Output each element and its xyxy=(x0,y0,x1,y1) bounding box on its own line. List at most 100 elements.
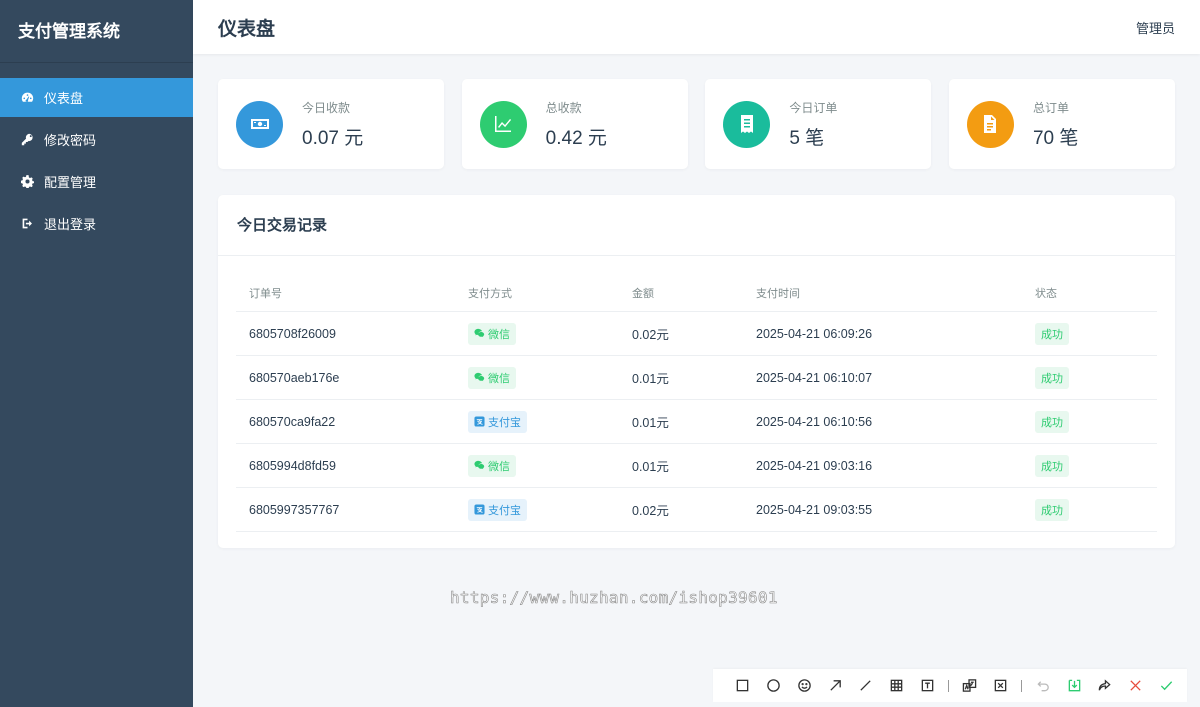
stat-label: 总收款 xyxy=(545,100,582,115)
order-number: 6805994d8fd59 xyxy=(249,458,336,473)
user-menu[interactable]: 管理员 xyxy=(1136,18,1175,37)
stat-card-total-orders: 总订单 70 笔 xyxy=(948,79,1175,169)
amount: 0.01元 xyxy=(632,372,669,386)
transactions-table: 订单号 支付方式 金额 支付时间 状态 6805708f26009 微信 0.0… xyxy=(236,274,1157,532)
amount: 0.01元 xyxy=(632,416,669,430)
status-badge: 成功 xyxy=(1035,322,1069,345)
top-bar: 仪表盘 管理员 xyxy=(193,0,1200,54)
alipay-icon xyxy=(474,504,485,515)
stat-value: 0.42 元 xyxy=(545,127,607,149)
logout-icon xyxy=(20,217,34,231)
amount: 0.01元 xyxy=(632,460,669,474)
dashboard-icon xyxy=(20,91,34,105)
sidebar-item-logout[interactable]: 退出登录 xyxy=(0,204,193,243)
payment-time: 2025-04-21 06:09:26 xyxy=(756,326,873,341)
sidebar-item-label: 配置管理 xyxy=(44,175,97,190)
chart-line-icon xyxy=(479,100,527,148)
sidebar-item-label: 仪表盘 xyxy=(44,91,84,106)
undo-icon[interactable] xyxy=(1033,676,1053,696)
receipt-icon xyxy=(723,100,771,148)
payment-method-label: 支付宝 xyxy=(488,416,521,429)
stat-value: 0.07 元 xyxy=(302,127,364,149)
stat-label: 总订单 xyxy=(1032,100,1069,115)
stat-value: 5 笔 xyxy=(789,127,825,149)
payment-time: 2025-04-21 06:10:56 xyxy=(756,414,873,429)
rectangle-icon[interactable] xyxy=(733,676,753,696)
payment-method-badge: 支付宝 xyxy=(468,410,527,433)
table-row: 6805708f26009 微信 0.02元 2025-04-21 06:09:… xyxy=(236,312,1157,356)
column-header: 订单号 xyxy=(249,287,282,300)
order-number: 680570aeb176e xyxy=(249,370,340,385)
close-icon[interactable] xyxy=(1126,676,1146,696)
table-row: 680570ca9fa22 支付宝 0.01元 2025-04-21 06:10… xyxy=(236,400,1157,444)
annotation-toolbar xyxy=(713,669,1187,702)
table-header: 订单号 支付方式 金额 支付时间 状态 xyxy=(236,274,1157,312)
toolbar-divider xyxy=(948,679,950,692)
stat-label: 今日收款 xyxy=(302,100,351,115)
stat-card-today-orders: 今日订单 5 笔 xyxy=(705,79,932,169)
share-icon[interactable] xyxy=(1095,676,1115,696)
payment-method-badge: 微信 xyxy=(468,366,516,389)
mosaic-icon[interactable] xyxy=(887,676,907,696)
ocr-icon[interactable] xyxy=(991,676,1011,696)
amount: 0.02元 xyxy=(632,328,669,342)
payment-time: 2025-04-21 09:03:16 xyxy=(756,458,873,473)
stat-card-total-income: 总收款 0.42 元 xyxy=(461,79,688,169)
stat-label: 今日订单 xyxy=(789,100,838,115)
toolbar-divider xyxy=(1021,679,1023,692)
sidebar-item-dashboard[interactable]: 仪表盘 xyxy=(0,78,193,117)
payment-method-label: 支付宝 xyxy=(488,504,521,517)
page-title: 仪表盘 xyxy=(218,18,276,40)
payment-method-label: 微信 xyxy=(488,460,510,473)
confirm-icon[interactable] xyxy=(1156,676,1176,696)
gear-icon xyxy=(20,175,34,189)
column-header: 金额 xyxy=(632,287,654,300)
status-badge: 成功 xyxy=(1035,454,1069,477)
translate-icon[interactable] xyxy=(960,676,980,696)
money-icon xyxy=(236,100,283,148)
panel-title: 今日交易记录 xyxy=(218,195,1175,256)
sidebar-item-change-password[interactable]: 修改密码 xyxy=(0,120,193,159)
sidebar-nav: 仪表盘 修改密码 配置管理 退出登录 xyxy=(0,78,193,243)
order-number: 6805997357767 xyxy=(249,502,340,517)
column-header: 支付时间 xyxy=(756,287,800,300)
payment-time: 2025-04-21 09:03:55 xyxy=(756,502,873,517)
download-icon[interactable] xyxy=(1064,676,1084,696)
sidebar-item-config[interactable]: 配置管理 xyxy=(0,162,193,201)
payment-method-label: 微信 xyxy=(488,328,510,341)
arrow-icon[interactable] xyxy=(825,676,845,696)
amount: 0.02元 xyxy=(632,504,669,518)
wechat-icon xyxy=(474,460,485,470)
sidebar-item-label: 退出登录 xyxy=(44,217,97,232)
table-row: 6805997357767 支付宝 0.02元 2025-04-21 09:03… xyxy=(236,488,1157,532)
sidebar-item-label: 修改密码 xyxy=(44,133,97,148)
alipay-icon xyxy=(474,416,485,427)
column-header: 支付方式 xyxy=(468,287,512,300)
stats-row: 今日收款 0.07 元 总收款 0.42 元 今日订单 5 笔 总订单 70 笔 xyxy=(218,79,1175,169)
app-title: 支付管理系统 xyxy=(0,0,193,63)
sidebar: 支付管理系统 仪表盘 修改密码 配置管理 退出登录 xyxy=(0,0,193,707)
stat-card-today-income: 今日收款 0.07 元 xyxy=(218,79,444,169)
payment-method-badge: 支付宝 xyxy=(468,498,527,521)
transactions-panel: 今日交易记录 订单号 支付方式 金额 支付时间 状态 6805708f26009… xyxy=(218,195,1175,548)
table-row: 6805994d8fd59 微信 0.01元 2025-04-21 09:03:… xyxy=(236,444,1157,488)
payment-method-badge: 微信 xyxy=(468,322,516,345)
payment-time: 2025-04-21 06:10:07 xyxy=(756,370,873,385)
column-header: 状态 xyxy=(1035,287,1057,300)
circle-icon[interactable] xyxy=(764,676,784,696)
order-number: 6805708f26009 xyxy=(249,326,336,341)
status-badge: 成功 xyxy=(1035,366,1069,389)
line-icon[interactable] xyxy=(856,676,876,696)
table-row: 680570aeb176e 微信 0.01元 2025-04-21 06:10:… xyxy=(236,356,1157,400)
watermark: https://www.huzhan.com/ishop39601 xyxy=(450,588,778,608)
wechat-icon xyxy=(474,372,485,382)
payment-method-badge: 微信 xyxy=(468,454,516,477)
order-number: 680570ca9fa22 xyxy=(249,414,336,429)
status-badge: 成功 xyxy=(1035,498,1069,521)
text-icon[interactable] xyxy=(917,676,937,696)
emoji-icon[interactable] xyxy=(794,676,814,696)
key-icon xyxy=(20,133,34,147)
wechat-icon xyxy=(474,328,485,338)
file-icon xyxy=(966,100,1014,148)
stat-value: 70 笔 xyxy=(1032,127,1079,149)
